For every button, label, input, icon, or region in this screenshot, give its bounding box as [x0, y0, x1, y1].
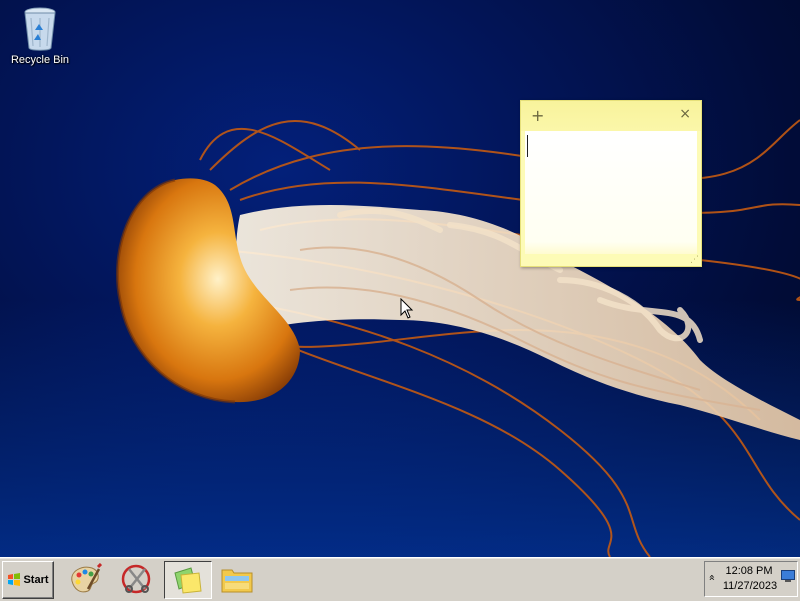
close-note-button[interactable]: ×: [679, 106, 691, 122]
taskbar-app-snipping-tool[interactable]: [114, 561, 160, 597]
note-text-area[interactable]: [525, 131, 697, 254]
taskbar-app-paint[interactable]: [62, 561, 108, 597]
show-hidden-icons-button[interactable]: »: [705, 574, 718, 581]
start-button[interactable]: Start: [2, 561, 54, 599]
recycle-bin[interactable]: Recycle Bin: [6, 6, 74, 74]
windows-logo-icon: [8, 573, 21, 586]
sticky-notes-icon: [174, 567, 202, 594]
mouse-cursor-icon: [400, 298, 414, 319]
resize-grip-icon[interactable]: ⋰: [690, 255, 699, 265]
sticky-note-titlebar[interactable]: [521, 101, 701, 131]
folder-icon: [221, 569, 253, 593]
text-caret: [527, 135, 528, 157]
taskbar-app-windows-explorer[interactable]: [214, 561, 260, 597]
notification-area: » 12:08 PM 11/27/2023: [704, 561, 798, 597]
desktop[interactable]: Recycle Bin + × ⋰: [0, 0, 800, 557]
taskbar-app-sticky-notes[interactable]: [164, 561, 212, 599]
recycle-bin-icon: [24, 7, 56, 51]
recycle-bin-label: Recycle Bin: [10, 54, 70, 66]
clock-date[interactable]: 11/27/2023: [719, 580, 781, 592]
sticky-note[interactable]: + × ⋰: [520, 100, 702, 267]
show-desktop-icon[interactable]: [781, 570, 795, 582]
add-note-button[interactable]: +: [531, 106, 544, 125]
paint-palette-icon: [71, 563, 102, 593]
start-label: Start: [23, 574, 49, 586]
taskbar: Start » 12:08 PM 11/27/2023: [0, 557, 800, 601]
jellyfish-wallpaper: [115, 119, 800, 557]
scissors-icon: [121, 564, 151, 594]
clock-time[interactable]: 12:08 PM: [719, 565, 779, 577]
